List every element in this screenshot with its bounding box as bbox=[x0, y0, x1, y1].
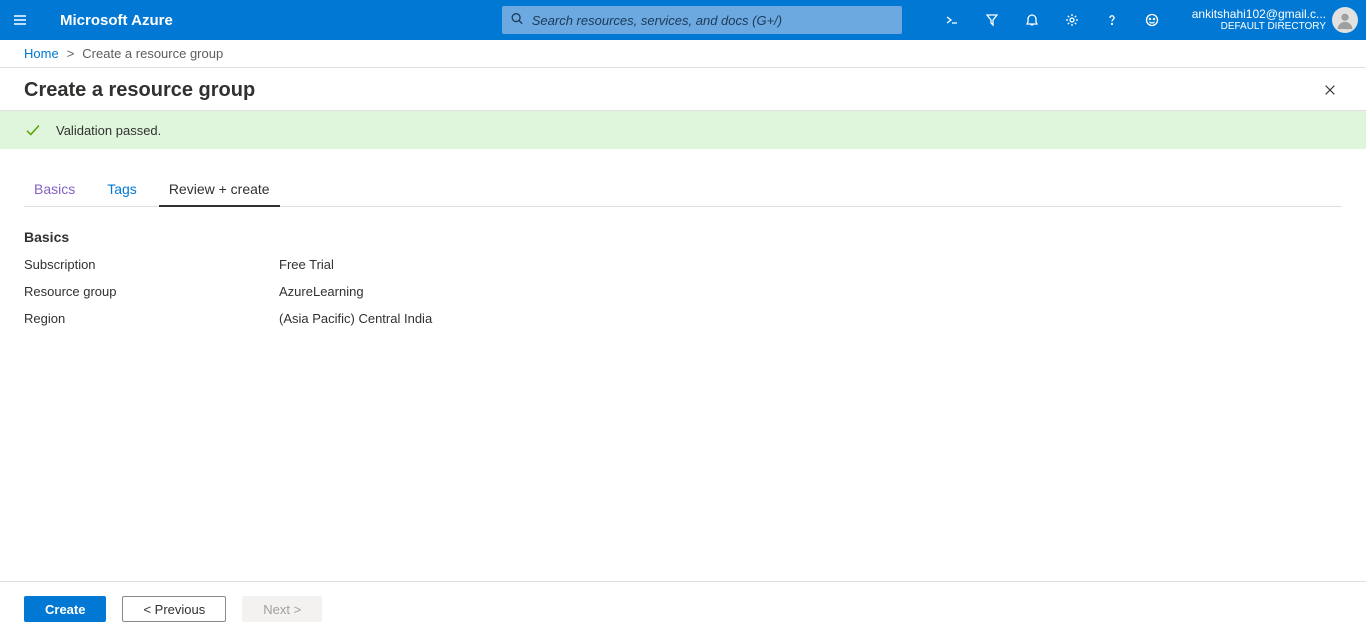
next-button: Next > bbox=[242, 596, 322, 622]
brand-logo[interactable]: Microsoft Azure bbox=[60, 12, 173, 29]
kv-row: Subscription Free Trial bbox=[24, 257, 1342, 272]
tab-tags[interactable]: Tags bbox=[97, 173, 147, 206]
account-menu[interactable]: ankitshahi102@gmail.c... DEFAULT DIRECTO… bbox=[1192, 7, 1358, 33]
checkmark-icon bbox=[24, 121, 42, 139]
kv-label-subscription: Subscription bbox=[24, 257, 279, 272]
tab-basics[interactable]: Basics bbox=[24, 173, 85, 206]
footer: Create < Previous Next > bbox=[0, 581, 1366, 636]
header-icons bbox=[932, 0, 1172, 40]
kv-value-region: (Asia Pacific) Central India bbox=[279, 311, 432, 326]
title-row: Create a resource group bbox=[0, 68, 1366, 111]
validation-message: Validation passed. bbox=[56, 123, 161, 138]
account-email: ankitshahi102@gmail.c... bbox=[1192, 7, 1326, 21]
kv-value-subscription: Free Trial bbox=[279, 257, 334, 272]
section-heading-basics: Basics bbox=[24, 229, 1342, 245]
kv-label-region: Region bbox=[24, 311, 279, 326]
feedback-icon[interactable] bbox=[1132, 0, 1172, 40]
create-button[interactable]: Create bbox=[24, 596, 106, 622]
top-header: Microsoft Azure bbox=[0, 0, 1366, 40]
account-directory: DEFAULT DIRECTORY bbox=[1192, 21, 1326, 33]
hamburger-menu-icon[interactable] bbox=[0, 0, 40, 40]
tabs: Basics Tags Review + create bbox=[24, 173, 1342, 207]
breadcrumb-current: Create a resource group bbox=[82, 46, 223, 61]
help-icon[interactable] bbox=[1092, 0, 1132, 40]
directory-filter-icon[interactable] bbox=[972, 0, 1012, 40]
breadcrumb-separator-icon: > bbox=[67, 46, 75, 61]
tab-review-create[interactable]: Review + create bbox=[159, 173, 280, 207]
settings-icon[interactable] bbox=[1052, 0, 1092, 40]
kv-label-resource-group: Resource group bbox=[24, 284, 279, 299]
search-container bbox=[502, 6, 902, 34]
kv-row: Resource group AzureLearning bbox=[24, 284, 1342, 299]
breadcrumb: Home > Create a resource group bbox=[0, 40, 1366, 68]
close-button[interactable] bbox=[1318, 78, 1342, 102]
validation-banner: Validation passed. bbox=[0, 111, 1366, 149]
avatar-icon bbox=[1332, 7, 1358, 33]
breadcrumb-home[interactable]: Home bbox=[24, 46, 59, 61]
page-title: Create a resource group bbox=[24, 79, 255, 102]
search-input[interactable] bbox=[502, 6, 902, 34]
kv-value-resource-group: AzureLearning bbox=[279, 284, 364, 299]
content: Basics Tags Review + create Basics Subsc… bbox=[0, 149, 1366, 581]
kv-row: Region (Asia Pacific) Central India bbox=[24, 311, 1342, 326]
notifications-icon[interactable] bbox=[1012, 0, 1052, 40]
previous-button[interactable]: < Previous bbox=[122, 596, 226, 622]
cloud-shell-icon[interactable] bbox=[932, 0, 972, 40]
